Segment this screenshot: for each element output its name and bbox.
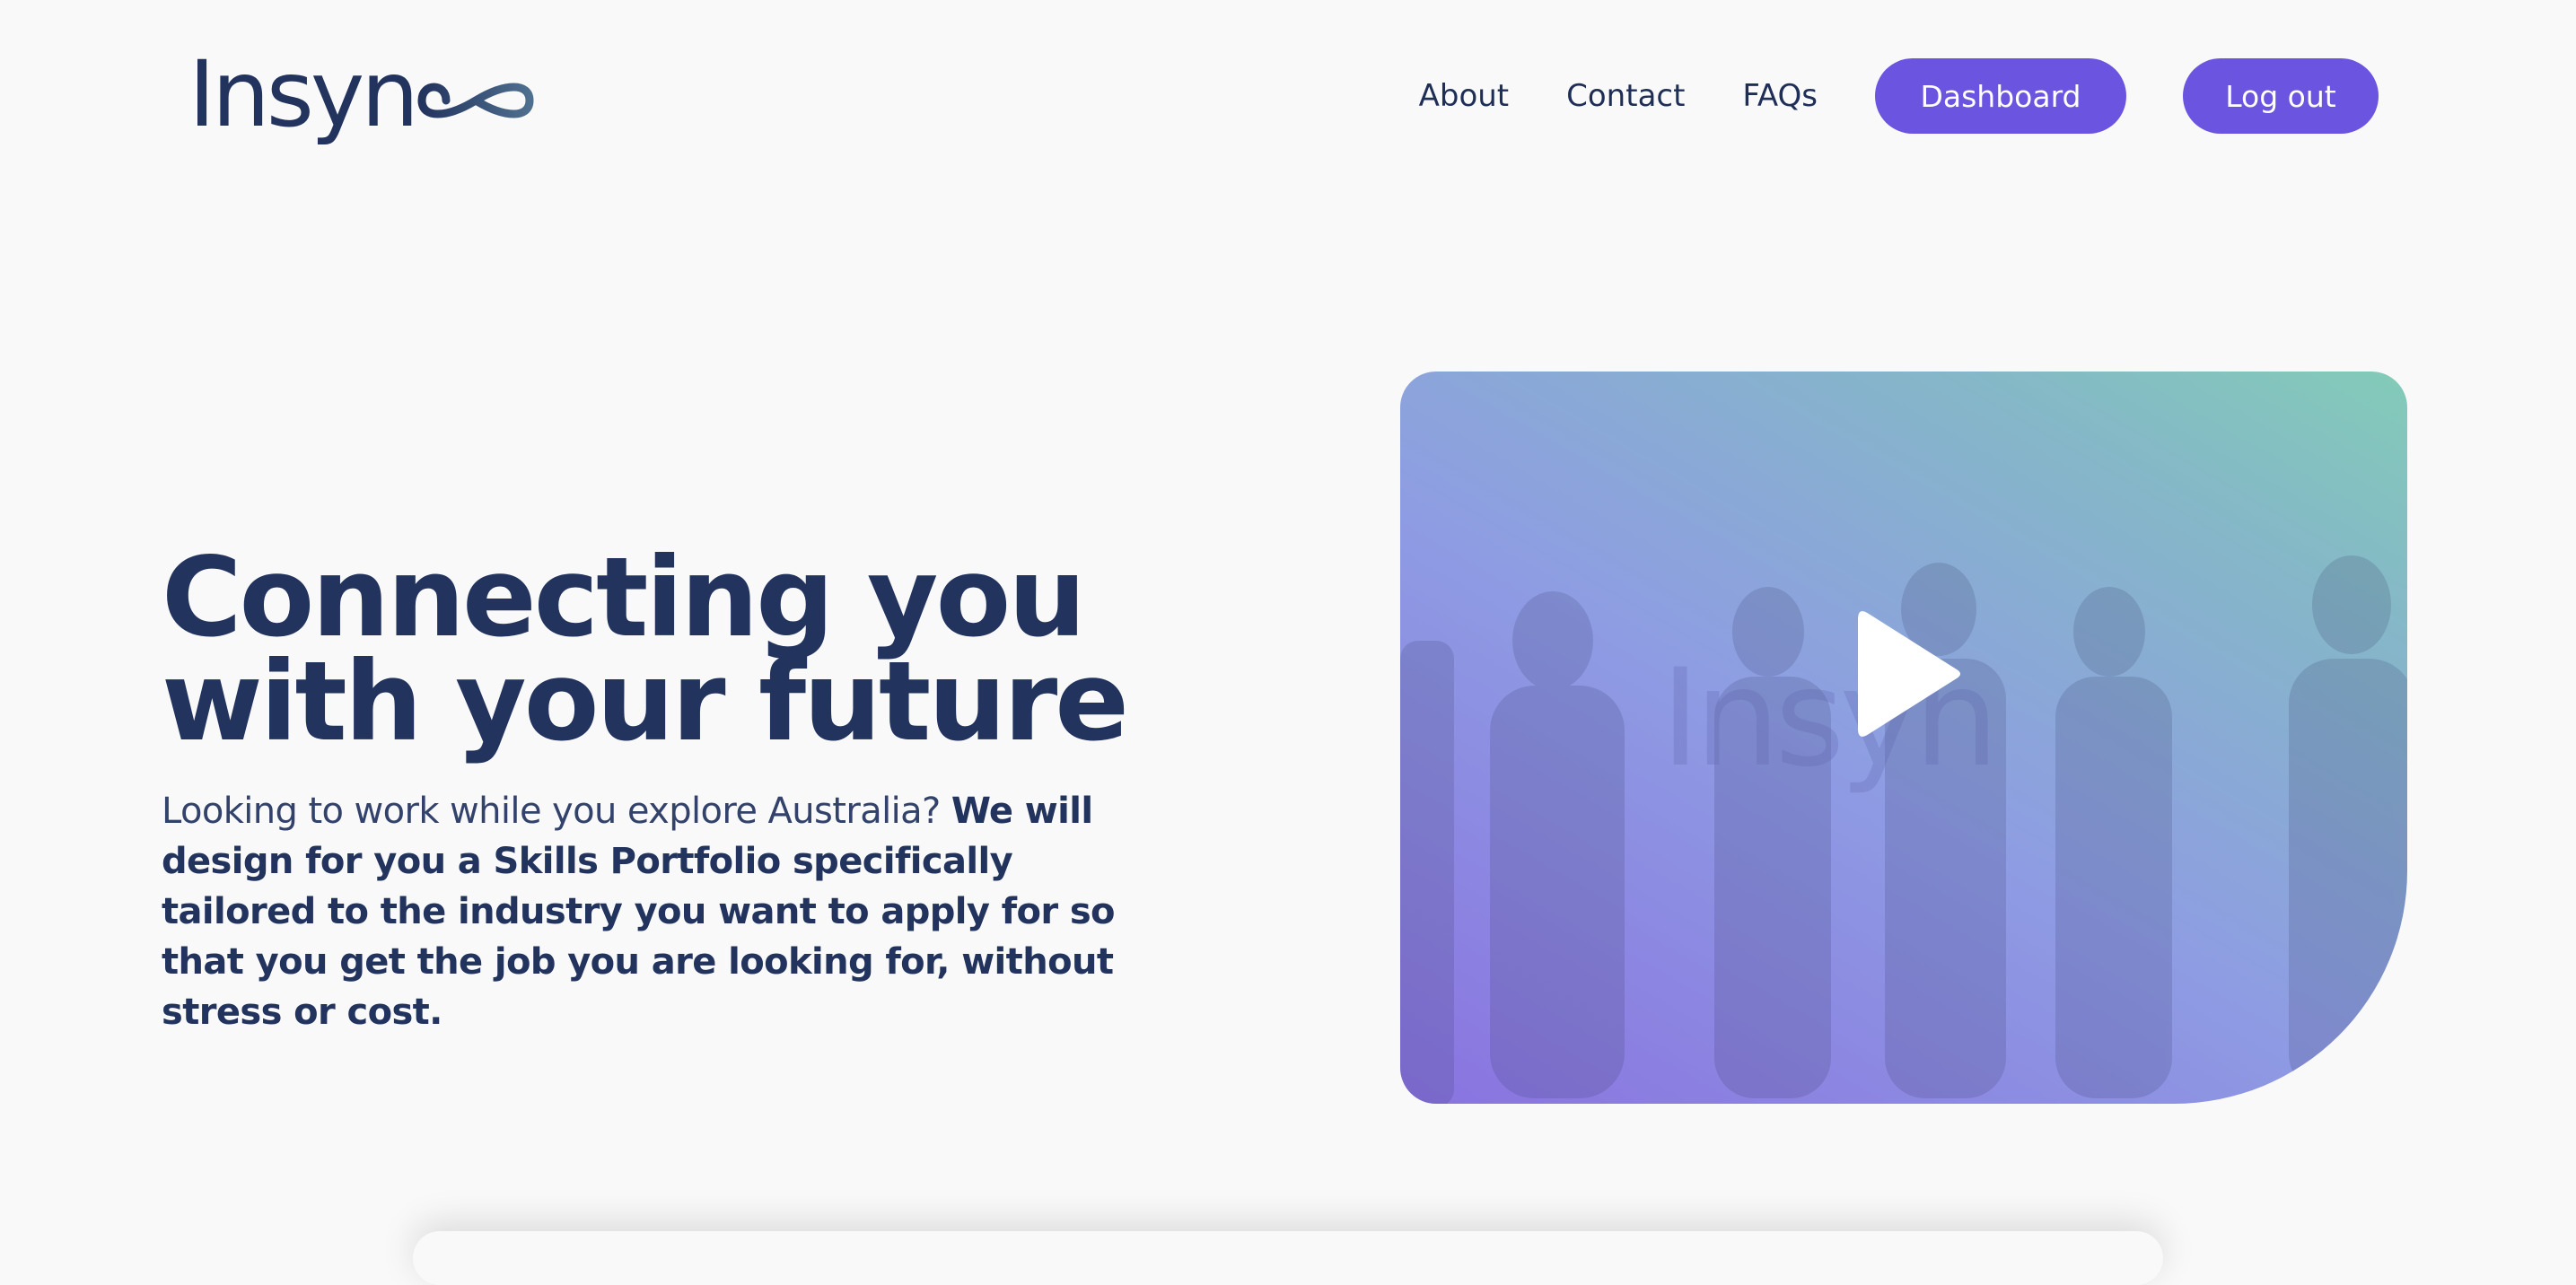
intro-video-player[interactable]: Insyn xyxy=(1400,372,2407,1104)
insynco-logo[interactable]: Insyn xyxy=(188,41,534,149)
play-icon[interactable] xyxy=(1856,607,1964,741)
nav-link-faqs[interactable]: FAQs xyxy=(1742,78,1818,114)
hero-description: Looking to work while you explore Austra… xyxy=(162,786,1131,1037)
content-section-edge xyxy=(413,1231,2163,1285)
main-nav: About Contact FAQs Dashboard Log out xyxy=(1419,58,2379,134)
nav-link-contact[interactable]: Contact xyxy=(1566,78,1685,114)
hero-title: Connecting you with your future xyxy=(162,534,1239,765)
hero-description-intro: Looking to work while you explore Austra… xyxy=(162,791,941,832)
logo-wordmark: Insyn xyxy=(188,41,419,148)
logout-button[interactable]: Log out xyxy=(2183,58,2379,134)
dashboard-button[interactable]: Dashboard xyxy=(1875,58,2126,134)
hero-title-line-1: Connecting you xyxy=(162,534,1086,661)
infinity-icon xyxy=(417,83,534,118)
hero-title-line-2: with your future xyxy=(162,638,1129,765)
nav-link-about[interactable]: About xyxy=(1419,78,1510,114)
site-header: Insyn About Contact FAQs Dashboard Log o… xyxy=(0,0,2576,179)
